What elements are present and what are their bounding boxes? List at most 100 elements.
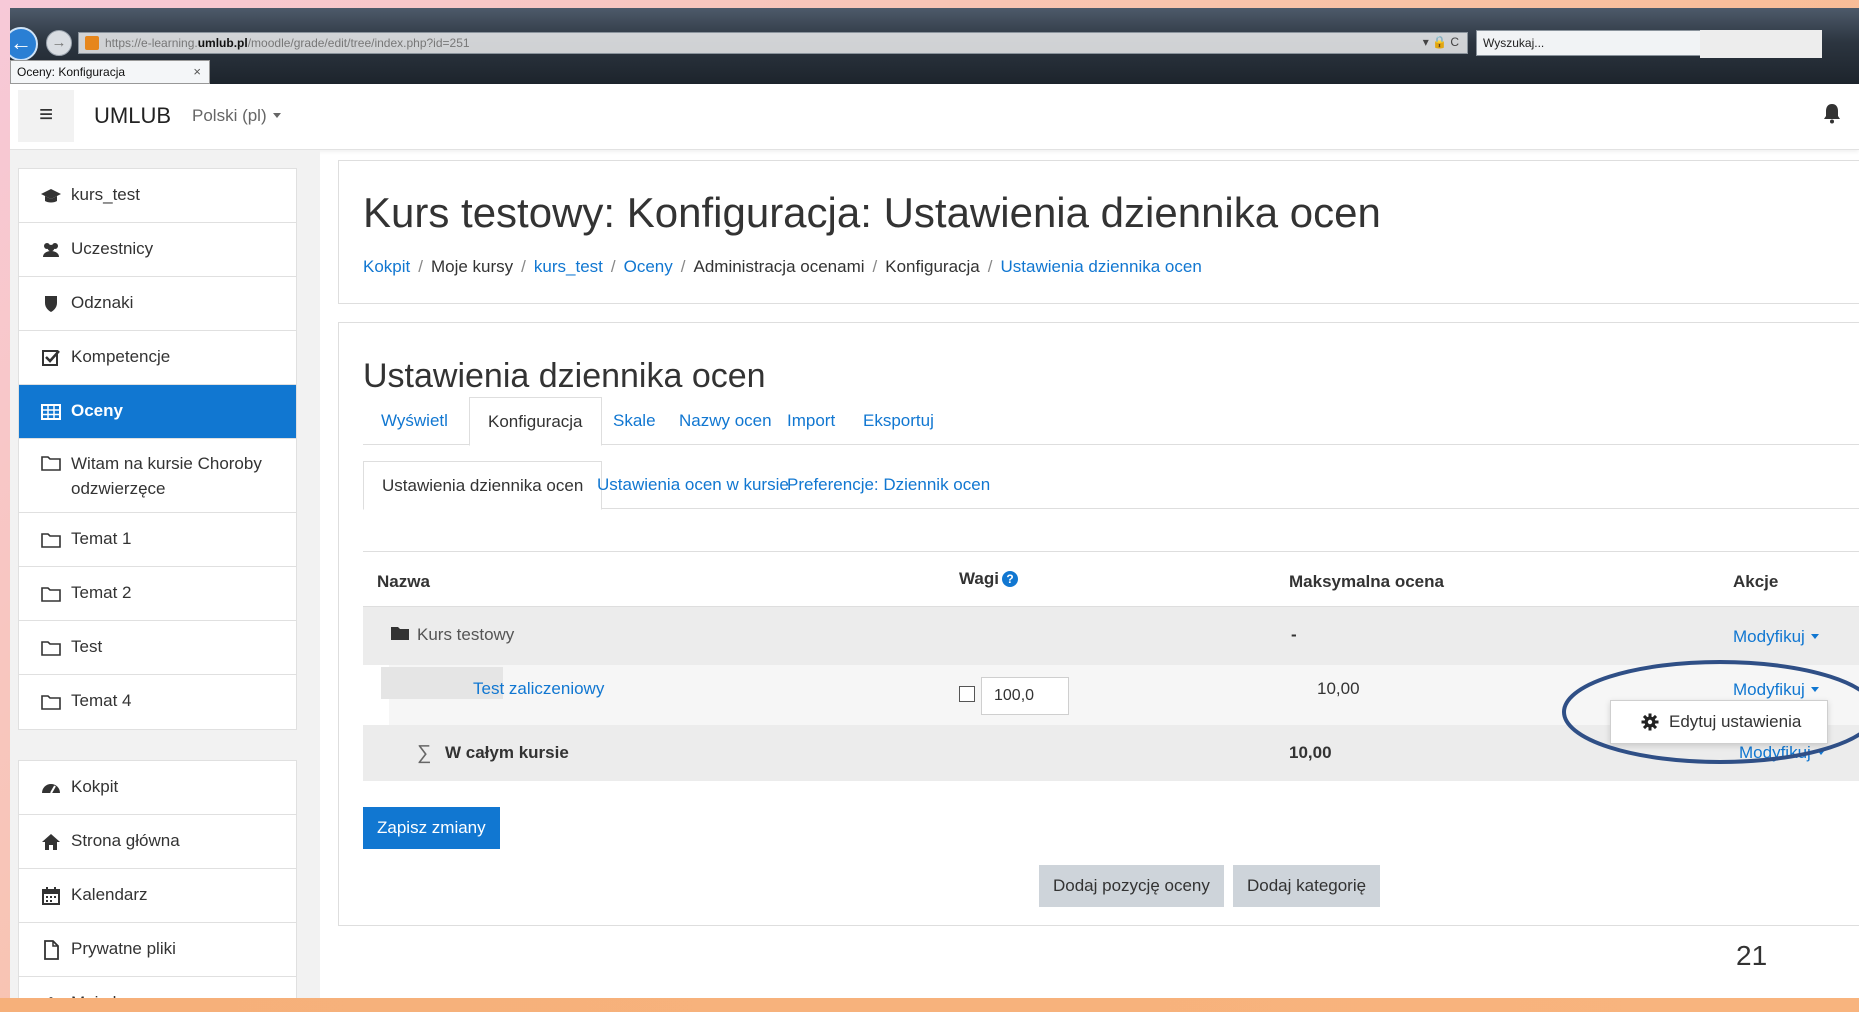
address-tools[interactable]: ▾ 🔒 C [1423,35,1459,49]
address-bar[interactable]: https://e-learning.umlub.pl/moodle/grade… [78,32,1468,54]
course-nav-list: kurs_test Uczestnicy Odznaki Kompetencje Oce… [18,168,297,730]
sidebar-item-label: Strona główna [71,831,180,850]
forward-button[interactable]: → [46,30,72,56]
sidebar-item-kurs-test[interactable]: kurs_test [19,169,296,223]
tab-konfiguracja[interactable]: Konfiguracja [469,397,602,446]
tab-close-icon[interactable]: × [193,64,201,79]
folder-icon [41,453,61,473]
category-modify-menu[interactable]: Modyfikuj [1733,627,1819,647]
tab-wyswietl[interactable]: Wyświetl [363,397,466,445]
browser-chrome: ← → https://e-learning.umlub.pl/moodle/g… [10,8,1859,136]
chevron-down-icon [1816,750,1825,755]
screenshot-frame: ← → https://e-learning.umlub.pl/moodle/g… [10,8,1859,998]
sidebar-item-test[interactable]: Test [19,621,296,675]
sidebar-item-label: Uczestnicy [71,239,154,258]
sidebar-item-kokpit[interactable]: Kokpit [19,761,296,815]
weight-override-checkbox[interactable] [959,686,975,702]
table-icon [41,402,61,422]
breadcrumb-kurs-test[interactable]: kurs_test [534,257,603,276]
sidebar-item-odznaki[interactable]: Odznaki [19,277,296,331]
browser-tabbar: Oceny: Konfiguracja × [10,60,1859,136]
url-path: /moodle/grade/edit/tree/index.php?id=251 [247,36,470,50]
site-nav-list: Kokpit Strona główna Kalendarz Prywatne pli… [18,760,297,998]
weight-input[interactable]: 100,0 [981,677,1069,715]
sidebar-item-label: Odznaki [71,293,134,312]
sidebar-item-temat-4[interactable]: Temat 4 [19,675,296,729]
sidebar-item-label: Kalendarz [71,885,148,904]
sigma-icon: ∑ [417,742,432,764]
back-button[interactable]: ← [10,27,38,61]
grade-item-modify-menu[interactable]: Modyfikuj [1733,680,1819,700]
sidebar-item-moje-kursy[interactable]: Moje kursy [19,977,296,998]
grade-item-modify-label: Modyfikuj [1733,680,1805,699]
save-changes-button[interactable]: Zapisz zmiany [363,807,500,849]
graduation-cap-icon [41,186,61,206]
tab-import[interactable]: Import [769,397,853,445]
sidebar-item-prywatne-pliki[interactable]: Prywatne pliki [19,923,296,977]
bell-icon[interactable] [1823,102,1841,124]
tab-eksportuj[interactable]: Eksportuj [845,397,952,445]
add-grade-item-button[interactable]: Dodaj pozycję oceny [1039,865,1224,907]
tab-title: Oceny: Konfiguracja [17,65,126,79]
tab-preferencje[interactable]: Preferencje: Dziennik ocen [769,461,1008,509]
help-icon[interactable]: ? [1001,571,1018,587]
sidebar-item-label: Witam na kursie Choroby odzwierzęce [71,454,262,498]
url-prefix: https://e-learning. [105,36,198,50]
sidebar-item-witam-na-kursie-choroby-odzwierzece[interactable]: Witam na kursie Choroby odzwierzęce [19,439,296,513]
dashboard-icon [41,778,61,798]
sidebar-item-label: Temat 1 [71,529,132,548]
breadcrumb-kokpit[interactable]: Kokpit [363,257,410,276]
breadcrumb-oceny[interactable]: Oceny [624,257,673,276]
course-total-modify-menu[interactable]: Modyfikuj [1739,743,1825,763]
breadcrumb-separator: / [521,257,526,276]
folder-icon [41,530,61,550]
tab-ustawienia-dziennika[interactable]: Ustawienia dziennika ocen [363,461,603,510]
browser-search-box[interactable]: Wyszukaj... [1476,30,1706,56]
slide-number: 21 [1736,940,1768,971]
header-max-grade: Maksymalna ocena [1289,572,1444,591]
sidebar-item-oceny[interactable]: Oceny [19,385,296,439]
edit-settings-menu-item[interactable]: Edytuj ustawienia [1669,712,1801,731]
page-header: Kurs testowy: Konfiguracja: Ustawienia d… [338,160,1859,304]
category-max-grade: - [1291,625,1297,644]
breadcrumb-moje-kursy: Moje kursy [430,257,514,276]
breadcrumb-ustawienia-dziennika-ocen[interactable]: Ustawienia dziennika ocen [1001,257,1202,276]
sidebar-item-temat-1[interactable]: Temat 1 [19,513,296,567]
chevron-down-icon [1810,687,1819,692]
sidebar-item-temat-2[interactable]: Temat 2 [19,567,296,621]
table-row-category: Kurs testowy - Modyfikuj [363,607,1859,665]
breadcrumb-konfiguracja: Konfiguracja [885,257,980,276]
sidebar-item-strona-glowna[interactable]: Strona główna [19,815,296,869]
category-name: Kurs testowy [417,625,515,644]
sidebar-item-kompetencje[interactable]: Kompetencje [19,331,296,385]
menu-toggle-icon[interactable]: ≡ [18,90,74,142]
users-icon [41,240,61,260]
header-weights-label: Wagi [959,569,999,588]
header-actions: Akcje [1733,572,1779,591]
folder-icon [41,692,61,712]
section-title: Ustawienia dziennika ocen [363,357,766,395]
slide-bottom-border [0,998,1859,1012]
redacted-area [1700,30,1822,58]
grade-item-name-link[interactable]: Test zaliczeniowy [473,679,604,699]
sidebar-item-kalendarz[interactable]: Kalendarz [19,869,296,923]
sidebar-item-uczestnicy[interactable]: Uczestnicy [19,223,296,277]
breadcrumb-separator: / [987,257,993,276]
modify-dropdown-menu: Edytuj ustawienia [1610,700,1828,744]
course-total-name: W całym kursie [445,743,569,762]
file-icon [41,940,61,960]
content-region: Ustawienia dziennika ocen Wyświetl Konfi… [338,322,1859,926]
url-domain: umlub.pl [197,36,248,50]
category-modify-label: Modyfikuj [1733,627,1805,646]
language-selector[interactable]: Polski (pl) [192,106,281,126]
sidebar-item-label: Test [71,637,103,656]
calendar-icon [41,886,61,906]
add-category-button[interactable]: Dodaj kategorię [1233,865,1381,907]
breadcrumb-separator: / [872,257,878,276]
chevron-down-icon [1810,634,1819,639]
browser-tab[interactable]: Oceny: Konfiguracja × [10,60,210,84]
site-brand[interactable]: UMLUB [94,103,171,129]
language-label: Polski (pl) [192,106,267,125]
sidebar-item-label: Oceny [71,401,123,420]
secondary-tabs: Ustawienia dziennika ocen Ustawienia oce… [363,461,1859,510]
